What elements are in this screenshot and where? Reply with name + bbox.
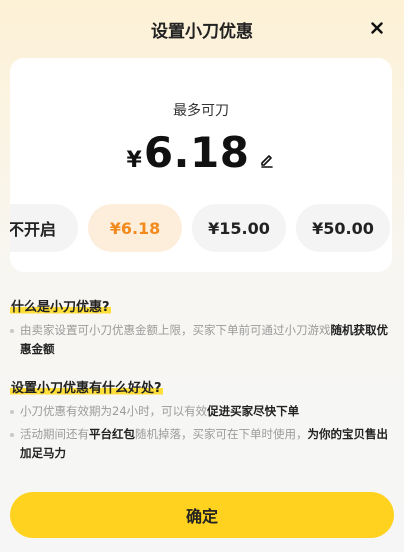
option-disable[interactable]: 不开启 — [10, 204, 78, 252]
amount-card: 最多可刀 ¥ 6.18 不开启 ¥6.18 ¥15.00 ¥50.00 — [10, 58, 392, 272]
answer-2-text: 小刀优惠有效期为24小时，可以有效 — [20, 404, 208, 418]
option-6-18[interactable]: ¥6.18 — [88, 204, 182, 252]
answer-3-text-a: 活动期间还有 — [20, 427, 89, 441]
faq-question-1: 什么是小刀优惠? — [10, 296, 111, 315]
answer-1-text: 由卖家设置可小刀优惠金额上限，买家下单前可通过小刀游戏 — [20, 323, 331, 337]
max-discount-label: 最多可刀 — [173, 103, 229, 119]
answer-2-highlight: 促进买家尽快下单 — [207, 404, 300, 418]
page-title: 设置小刀优惠 — [151, 22, 253, 42]
option-15-00[interactable]: ¥15.00 — [192, 204, 286, 252]
close-button[interactable] — [366, 17, 388, 39]
amount-value: 6.18 — [143, 128, 250, 177]
amount-display: ¥ 6.18 — [10, 128, 392, 177]
answer-3-text-b: 随机掉落，买家可在下单时使用， — [135, 427, 308, 441]
answer-3-highlight-a: 平台红包 — [89, 427, 135, 441]
faq-question-2: 设置小刀优惠有什么好处? — [10, 377, 163, 396]
header: 设置小刀优惠 — [0, 0, 404, 58]
currency-symbol: ¥ — [126, 148, 142, 173]
amount-options: 不开启 ¥6.18 ¥15.00 ¥50.00 — [10, 204, 390, 252]
confirm-button[interactable]: 确定 — [10, 492, 394, 538]
faq-answer-1: 由卖家设置可小刀优惠金额上限，买家下单前可通过小刀游戏随机获取优惠金额 — [10, 321, 396, 359]
faq-answer-2: 小刀优惠有效期为24小时，可以有效促进买家尽快下单 — [10, 402, 396, 421]
close-icon — [371, 22, 383, 34]
option-50-00[interactable]: ¥50.00 — [296, 204, 390, 252]
faq-answer-3: 活动期间还有平台红包随机掉落，买家可在下单时使用，为你的宝贝售出加足马力 — [10, 425, 396, 463]
edit-icon[interactable] — [259, 152, 275, 168]
